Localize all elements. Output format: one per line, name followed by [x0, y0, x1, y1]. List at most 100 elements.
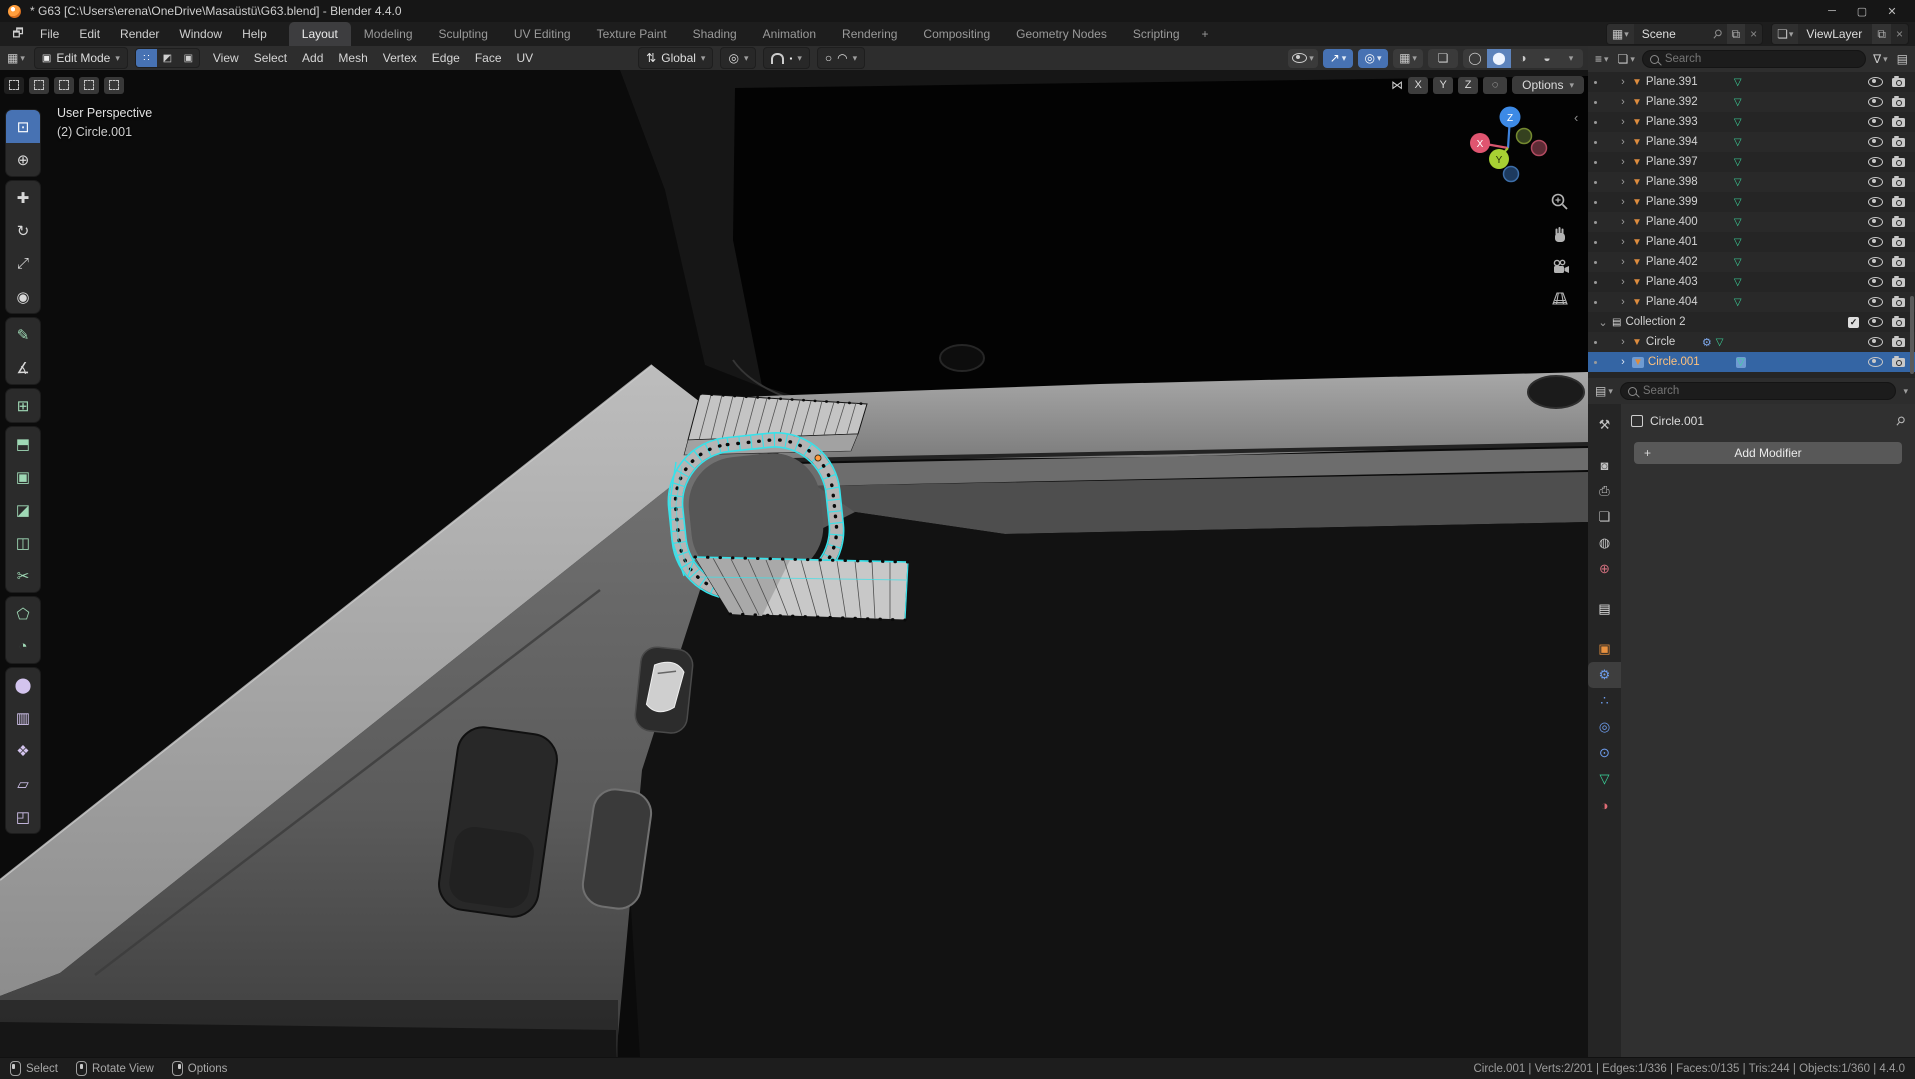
- menu-uv[interactable]: UV: [517, 51, 534, 65]
- add-cube-tool[interactable]: ⊞: [6, 389, 40, 422]
- expand-chevron-icon[interactable]: ›: [1618, 196, 1628, 208]
- disable-render-icon[interactable]: [1892, 135, 1905, 147]
- tab-compositing[interactable]: Compositing: [910, 22, 1003, 46]
- properties-tab-object-data[interactable]: ▽: [1588, 766, 1621, 792]
- outliner-row-circle[interactable]: › ▼ Circle ⚙ ▽: [1588, 332, 1915, 352]
- viewlayer-remove-icon[interactable]: ×: [1891, 27, 1908, 41]
- shading-options-caret[interactable]: ▾: [1559, 49, 1583, 68]
- disable-render-icon[interactable]: [1892, 75, 1905, 87]
- zoom-button[interactable]: [1550, 192, 1570, 212]
- shrink-fatten-tool[interactable]: ❖: [6, 734, 40, 767]
- outliner-row-plane-397[interactable]: › ▼ Plane.397 ▽: [1588, 152, 1915, 172]
- viewlayer-name[interactable]: ViewLayer: [1798, 27, 1872, 41]
- properties-options-caret[interactable]: ▾: [1901, 386, 1910, 397]
- camera-view-button[interactable]: [1550, 258, 1572, 276]
- disable-render-icon[interactable]: [1892, 175, 1905, 187]
- face-select-mode-button[interactable]: ▣: [178, 49, 199, 67]
- maximize-button[interactable]: ▢: [1847, 0, 1877, 22]
- disable-render-icon[interactable]: [1892, 295, 1905, 307]
- tab-texture-paint[interactable]: Texture Paint: [584, 22, 680, 46]
- edge-select-mode-button[interactable]: ◩: [157, 49, 178, 67]
- properties-tab-particles[interactable]: ∴: [1588, 688, 1621, 714]
- expand-chevron-icon[interactable]: ›: [1618, 156, 1628, 168]
- disable-render-icon[interactable]: [1892, 155, 1905, 167]
- menu-edge[interactable]: Edge: [432, 51, 460, 65]
- hide-eye-icon[interactable]: [1868, 337, 1883, 347]
- mirror-x-button[interactable]: X: [1408, 76, 1429, 94]
- mirror-y-button[interactable]: Y: [1433, 76, 1454, 94]
- disable-render-icon[interactable]: [1892, 315, 1905, 327]
- outliner-row-collection-2[interactable]: ⌄ ▤ Collection 2 ✓: [1588, 312, 1915, 332]
- gizmo-neg-x-axis[interactable]: [1530, 139, 1548, 157]
- hide-eye-icon[interactable]: [1868, 117, 1883, 127]
- outliner-row-plane-400[interactable]: › ▼ Plane.400 ▽: [1588, 212, 1915, 232]
- hide-eye-icon[interactable]: [1868, 297, 1883, 307]
- navigation-gizmo[interactable]: Z X Y: [1462, 96, 1558, 192]
- select-intersect-mode-button[interactable]: [104, 76, 124, 94]
- menu-view[interactable]: View: [213, 51, 239, 65]
- show-overlays-toggle[interactable]: ◎ ▾: [1358, 48, 1388, 68]
- expand-chevron-icon[interactable]: ›: [1618, 176, 1628, 188]
- hide-eye-icon[interactable]: [1868, 357, 1883, 367]
- select-subtract-mode-button[interactable]: [54, 76, 74, 94]
- outliner-search[interactable]: [1641, 50, 1867, 68]
- show-object-types-dropdown[interactable]: ▾: [1288, 48, 1318, 68]
- expand-chevron-icon[interactable]: ›: [1618, 236, 1628, 248]
- scene-unlink-icon[interactable]: ×: [1745, 27, 1762, 41]
- select-set-mode-button[interactable]: [4, 76, 24, 94]
- select-invert-mode-button[interactable]: [79, 76, 99, 94]
- menu-vertex[interactable]: Vertex: [383, 51, 417, 65]
- hide-eye-icon[interactable]: [1868, 277, 1883, 287]
- hide-eye-icon[interactable]: [1868, 77, 1883, 87]
- xray-toggle[interactable]: ▦ ▾: [1393, 48, 1423, 68]
- tab-shading[interactable]: Shading: [680, 22, 750, 46]
- transform-tool[interactable]: ◉: [6, 280, 40, 313]
- spin-tool[interactable]: ◔: [6, 630, 40, 663]
- hide-eye-icon[interactable]: [1868, 197, 1883, 207]
- select-extend-mode-button[interactable]: [29, 76, 49, 94]
- expand-chevron-icon[interactable]: ›: [1618, 256, 1628, 268]
- outliner-row-plane-399[interactable]: › ▼ Plane.399 ▽: [1588, 192, 1915, 212]
- outliner-filter-id-dropdown[interactable]: ❏ ▾: [1616, 52, 1637, 66]
- tab-uv-editing[interactable]: UV Editing: [501, 22, 584, 46]
- outliner-row-plane-401[interactable]: › ▼ Plane.401 ▽: [1588, 232, 1915, 252]
- tab-sculpting[interactable]: Sculpting: [426, 22, 501, 46]
- expand-chevron-icon[interactable]: ›: [1618, 336, 1628, 348]
- properties-editor-type-button[interactable]: ▤ ▾: [1593, 384, 1615, 398]
- rotate-tool[interactable]: ↻: [6, 214, 40, 247]
- hide-eye-icon[interactable]: [1868, 137, 1883, 147]
- disable-render-icon[interactable]: [1892, 335, 1905, 347]
- disable-render-icon[interactable]: [1892, 215, 1905, 227]
- disable-render-icon[interactable]: [1892, 255, 1905, 267]
- properties-tab-world[interactable]: ⊕: [1588, 556, 1621, 582]
- scene-browse-icon[interactable]: ▦ ▾: [1606, 24, 1634, 44]
- tab-layout[interactable]: Layout: [288, 22, 351, 46]
- expand-chevron-icon[interactable]: ›: [1618, 276, 1628, 288]
- properties-tab-render[interactable]: ◙: [1588, 452, 1621, 478]
- material-preview-shading-button[interactable]: ◑: [1511, 49, 1535, 68]
- solid-shading-button[interactable]: ⬤: [1487, 48, 1511, 68]
- menu-edit[interactable]: Edit: [71, 23, 108, 45]
- hide-eye-icon[interactable]: [1868, 157, 1883, 167]
- outliner-row-plane-391[interactable]: › ▼ Plane.391 ▽: [1588, 72, 1915, 92]
- gizmo-neg-y-axis[interactable]: [1515, 127, 1533, 145]
- new-collection-button[interactable]: ▤: [1895, 52, 1910, 66]
- properties-tab-output[interactable]: ⎙: [1588, 478, 1621, 504]
- proportional-editing-controls[interactable]: ○ ◠ ▾: [816, 47, 866, 69]
- menu-mesh[interactable]: Mesh: [338, 51, 367, 65]
- rendered-shading-button[interactable]: ◒: [1535, 49, 1559, 68]
- orthographic-grid-button[interactable]: [1550, 289, 1570, 307]
- mirror-z-button[interactable]: Z: [1458, 76, 1479, 94]
- hide-eye-icon[interactable]: [1868, 97, 1883, 107]
- sidebar-collapse-arrow[interactable]: ‹: [1574, 110, 1578, 125]
- outliner-row-plane-403[interactable]: › ▼ Plane.403 ▽: [1588, 272, 1915, 292]
- loop-cut-tool[interactable]: ◫: [6, 526, 40, 559]
- editor-type-button[interactable]: ▦ ▾: [5, 51, 27, 65]
- menu-face[interactable]: Face: [475, 51, 502, 65]
- extrude-region-tool[interactable]: ⬒: [6, 427, 40, 460]
- disable-render-icon[interactable]: [1892, 195, 1905, 207]
- menu-help[interactable]: Help: [234, 23, 275, 45]
- properties-tab-collection[interactable]: ▤: [1588, 596, 1621, 622]
- expand-chevron-icon[interactable]: ›: [1618, 296, 1628, 308]
- properties-tab-tool[interactable]: ⚒: [1588, 412, 1621, 438]
